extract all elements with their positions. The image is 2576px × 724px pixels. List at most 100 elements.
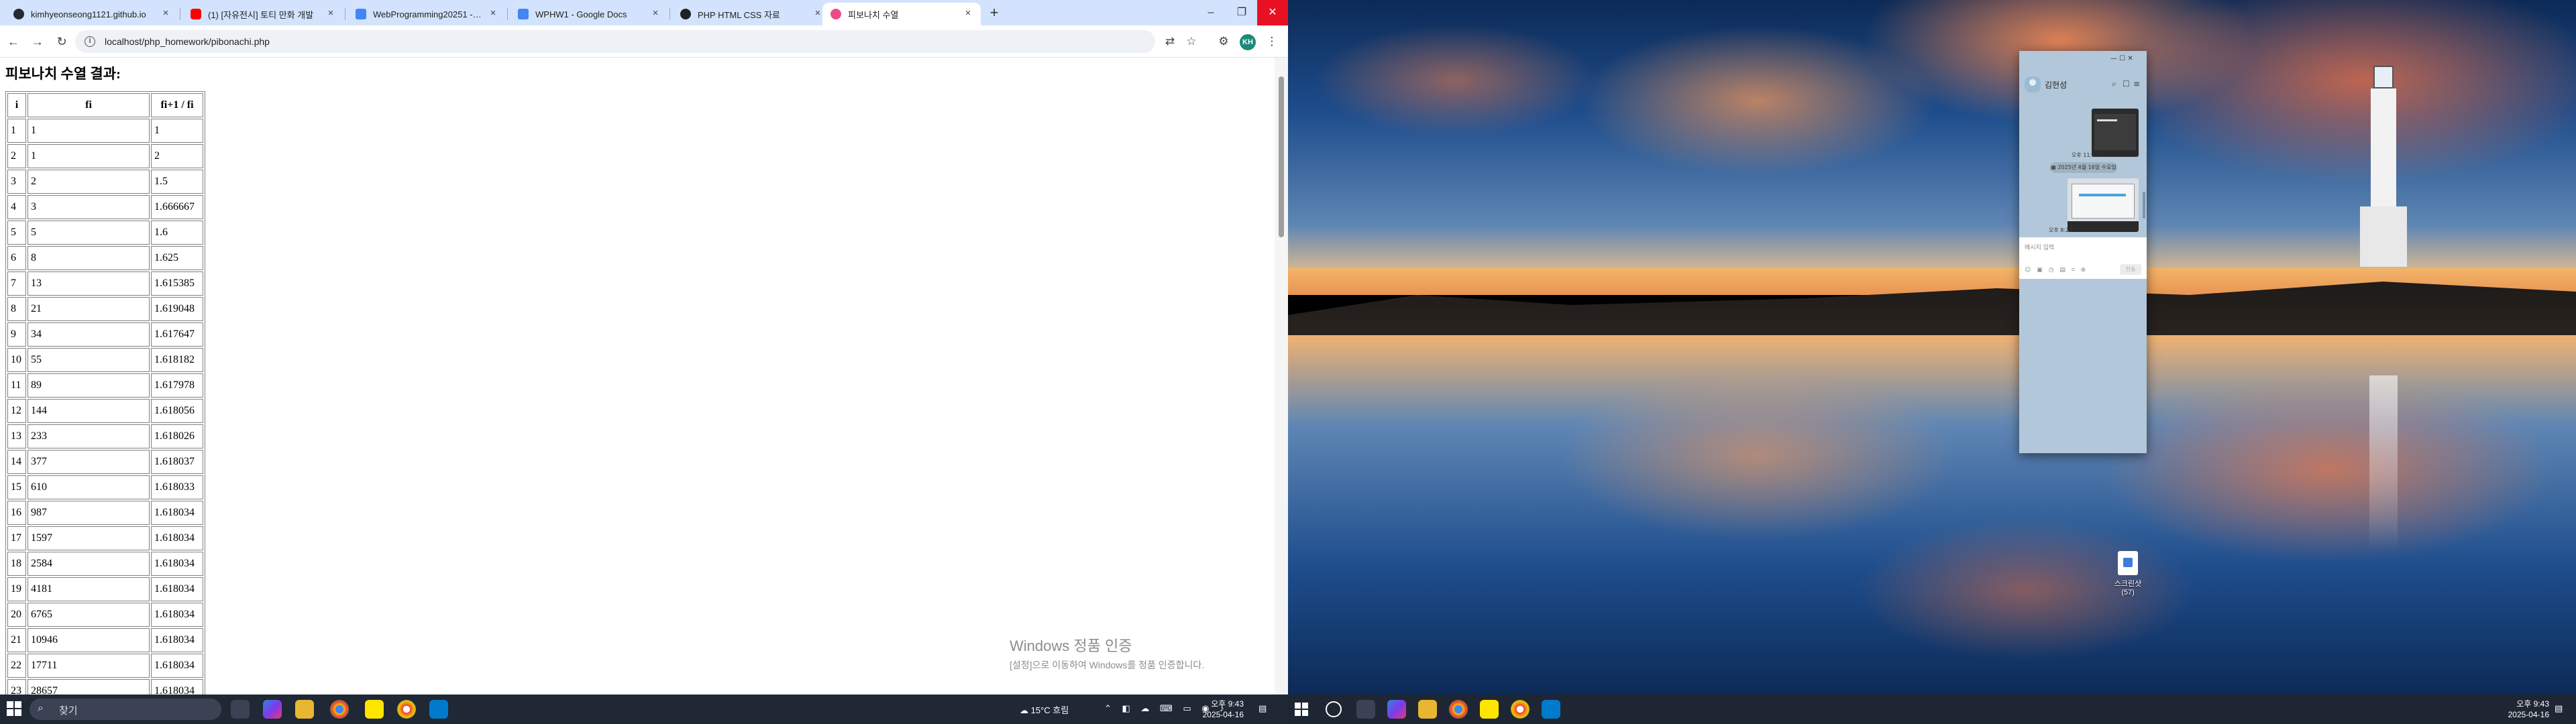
cell-fi: 233 [28, 424, 150, 448]
page-scrollbar[interactable] [1275, 58, 1288, 695]
back-button[interactable]: ← [5, 34, 21, 50]
close-icon[interactable]: × [649, 7, 661, 19]
translate-icon[interactable]: ⇄ [1162, 34, 1178, 50]
new-tab-button[interactable]: + [986, 5, 1002, 21]
file-explorer-icon[interactable] [1418, 700, 1437, 719]
header-fi: fi [28, 93, 150, 117]
close-icon[interactable]: × [325, 7, 337, 19]
profile-avatar[interactable]: KH [1240, 34, 1256, 50]
avatar[interactable] [2025, 76, 2041, 93]
clock[interactable]: 오후 9:43 2025-04-16 [1195, 695, 1244, 724]
search-icon[interactable]: ⌕ [2112, 79, 2116, 89]
cell-i: 3 [7, 170, 26, 194]
site-info-icon[interactable]: i [85, 36, 95, 47]
chat-input-area[interactable]: 메시지 입력 ☺ ▣ ◷ ▤ ⌗ ⊕ 전송 [2019, 237, 2147, 279]
windows-start-icon[interactable] [7, 701, 21, 716]
tab-fibonacci[interactable]: 피보나치 수열 × [822, 3, 981, 25]
forward-button[interactable]: → [30, 34, 46, 50]
tab-google-sheets[interactable]: WebProgramming20251 - Go × [347, 3, 506, 25]
maximize-button[interactable]: ❐ [1226, 0, 1257, 25]
cell-ratio: 1.618034 [151, 501, 203, 525]
kakaotalk-icon[interactable] [365, 700, 384, 719]
taskbar-left: ⌕ 찾기 ☁ 15°C 흐림 ⌃ ◧ ☁ ⌨ ▭ ◉ ♪ 오후 9:43 202… [0, 695, 1288, 724]
page-content: 피보나치 수열 결과: i fi fi+1 / fi 1 1 1 2 1 2 3 2 1.5 4 3… [0, 58, 1275, 705]
notification-icon[interactable]: ▤ [1258, 695, 1267, 724]
cell-i: 15 [7, 475, 26, 499]
desktop-screenshot-file[interactable]: 스크린샷(57) [2108, 551, 2148, 597]
windows-start-icon[interactable] [1295, 703, 1308, 716]
address-bar[interactable]: i localhost/php_homework/pibonachi.php [75, 30, 1155, 53]
page-favicon-icon [830, 9, 841, 19]
cell-fi: 10946 [28, 628, 150, 652]
file-explorer-icon[interactable] [295, 700, 314, 719]
lighthouse-reflection [2369, 375, 2398, 550]
cell-ratio: 1 [151, 119, 203, 143]
send-button[interactable]: 전송 [2120, 264, 2141, 275]
taskbar-right: 오후 9:43 2025-04-16 ▤ [1288, 695, 2576, 724]
cell-fi: 2 [28, 170, 150, 194]
copilot-icon[interactable] [1387, 700, 1406, 719]
menu-icon[interactable]: ≡ [2133, 79, 2140, 88]
clock[interactable]: 오후 9:43 2025-04-16 [2502, 695, 2549, 724]
cell-ratio: 1.617647 [151, 322, 203, 347]
vscode-icon[interactable] [1542, 700, 1560, 719]
chat-image-message[interactable] [2068, 178, 2139, 232]
tab-title: WebProgramming20251 - Go [373, 9, 483, 19]
copilot-icon[interactable] [263, 700, 282, 719]
task-view-icon[interactable] [1356, 700, 1375, 719]
calendar-icon: ▦ [2051, 164, 2058, 170]
cell-ratio: 1.619048 [151, 297, 203, 321]
message-input[interactable]: 메시지 입력 [2025, 243, 2054, 251]
tab-php-materials[interactable]: PHP HTML CSS 자료 × [672, 3, 830, 25]
weather-widget[interactable]: ☁ 15°C 흐림 [1020, 695, 1069, 724]
cell-i: 11 [7, 373, 26, 398]
tab-title: 피보나치 수열 [848, 9, 899, 20]
vscode-icon[interactable] [429, 700, 448, 719]
close-icon[interactable]: × [160, 7, 172, 19]
tab-github[interactable]: kimhyeonseong1121.github.io × [5, 3, 178, 25]
date-divider: ▦ 2025년 4월 16일 수요일 [2050, 162, 2117, 173]
chat-window-controls[interactable]: — ☐ ✕ [2110, 55, 2133, 62]
kakaotalk-icon[interactable] [1480, 700, 1499, 719]
close-window-button[interactable]: ✕ [1257, 0, 1288, 25]
kakaotalk-chat-window[interactable]: — ☐ ✕ 김현성 ⌕ ☐ ≡ 오후 11:35 ▦ 2025년 4월 16일 … [2019, 51, 2147, 453]
task-view-icon[interactable] [231, 700, 250, 719]
minimize-button[interactable]: – [1195, 0, 1226, 25]
image-file-icon [2118, 551, 2138, 575]
search-label: 찾기 [59, 705, 78, 717]
clock-time: 오후 9:43 [1211, 699, 1244, 709]
chrome-icon[interactable] [330, 700, 349, 719]
chat-contact-name[interactable]: 김현성 [2045, 79, 2067, 90]
scrollbar-thumb[interactable] [1279, 76, 1284, 237]
table-row: 16 987 1.618034 [7, 501, 203, 525]
cell-fi: 610 [28, 475, 150, 499]
close-icon[interactable]: × [962, 7, 974, 19]
reload-button[interactable]: ↻ [54, 34, 70, 50]
drawer-icon[interactable]: ☐ [2123, 79, 2130, 88]
windows-activation-watermark: Windows 정품 인증 [설정]으로 이동하여 Windows를 정품 인증… [1010, 634, 1204, 672]
tab-youtube[interactable]: (1) [자유전시] 토티 만화 개발 × [182, 3, 343, 25]
cell-fi: 144 [28, 399, 150, 423]
table-row: 7 13 1.615385 [7, 272, 203, 296]
table-row: 4 3 1.666667 [7, 195, 203, 219]
extensions-icon[interactable]: ⚙ [1216, 34, 1232, 50]
cell-ratio: 1.618034 [151, 628, 203, 652]
notification-icon[interactable]: ▤ [2555, 695, 2563, 724]
clock-time: 오후 9:43 [2516, 699, 2549, 709]
chrome-profile-icon[interactable] [397, 700, 416, 719]
cell-fi: 8 [28, 246, 150, 270]
chat-toolbar-icons[interactable]: ☺ ▣ ◷ ▤ ⌗ ⊕ [2025, 267, 2088, 274]
table-row: 19 4181 1.618034 [7, 577, 203, 601]
taskbar-search[interactable]: ⌕ 찾기 [30, 699, 221, 720]
tab-google-docs[interactable]: WPHW1 - Google Docs × [510, 3, 668, 25]
cell-i: 18 [7, 552, 26, 576]
search-icon[interactable] [1326, 701, 1342, 717]
chat-scrollbar[interactable] [2143, 111, 2145, 225]
chrome-icon[interactable] [1449, 700, 1468, 719]
chat-image-message[interactable] [2092, 109, 2139, 157]
chrome-profile-icon[interactable] [1511, 700, 1529, 719]
menu-kebab-icon[interactable]: ⋮ [1264, 34, 1280, 50]
bookmark-star-icon[interactable]: ☆ [1183, 34, 1199, 50]
url-text: localhost/php_homework/pibonachi.php [105, 36, 270, 47]
close-icon[interactable]: × [487, 7, 499, 19]
